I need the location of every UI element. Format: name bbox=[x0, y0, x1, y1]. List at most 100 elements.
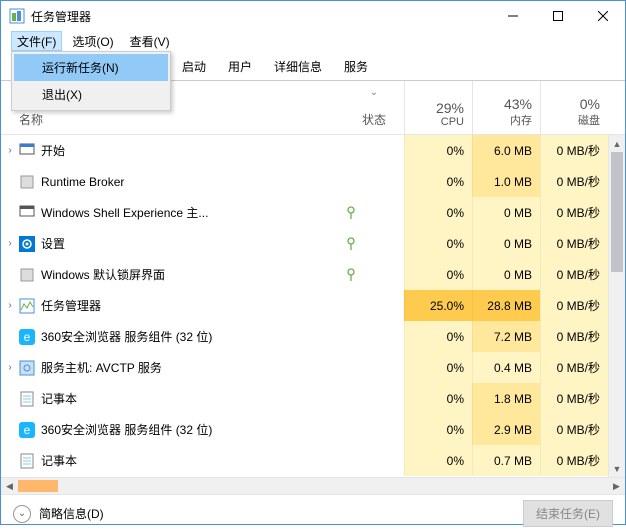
expand-chevron-icon[interactable]: › bbox=[1, 300, 15, 311]
disk-cell: 0 MB/秒 bbox=[540, 259, 608, 290]
process-name: 设置 bbox=[41, 235, 344, 252]
disk-label: 磁盘 bbox=[578, 112, 600, 128]
table-row[interactable]: ›设置0%0 MB0 MB/秒 bbox=[1, 228, 625, 259]
hscroll-thumb[interactable] bbox=[18, 480, 58, 492]
table-row[interactable]: Windows 默认锁屏界面0%0 MB0 MB/秒 bbox=[1, 259, 625, 290]
svg-text:e: e bbox=[24, 330, 31, 344]
suspended-leaf-icon bbox=[344, 206, 358, 220]
tab-details[interactable]: 详细信息 bbox=[263, 52, 333, 80]
scroll-track[interactable] bbox=[609, 152, 625, 460]
disk-cell: 0 MB/秒 bbox=[540, 383, 608, 414]
memory-cell: 0 MB bbox=[472, 228, 540, 259]
menu-exit[interactable]: 退出(X) bbox=[14, 81, 168, 108]
cpu-cell: 25.0% bbox=[404, 290, 472, 321]
memory-cell: 0 MB bbox=[472, 197, 540, 228]
window-title: 任务管理器 bbox=[31, 8, 490, 25]
table-row[interactable]: › 开始 0%6.0 MB0 MB/秒 bbox=[1, 135, 625, 166]
process-icon bbox=[19, 453, 35, 469]
cpu-cell: 0% bbox=[404, 259, 472, 290]
end-task-button[interactable]: 结束任务(E) bbox=[523, 500, 613, 527]
cpu-cell: 0% bbox=[404, 414, 472, 445]
titlebar: 任务管理器 bbox=[1, 1, 625, 31]
table-row[interactable]: e360安全浏览器 服务组件 (32 位)0%7.2 MB0 MB/秒 bbox=[1, 321, 625, 352]
expand-chevron-icon[interactable]: › bbox=[1, 145, 15, 156]
collapse-button[interactable]: ⌄ bbox=[13, 505, 31, 523]
memory-cell: 6.0 MB bbox=[472, 135, 540, 166]
disk-cell: 0 MB/秒 bbox=[540, 414, 608, 445]
process-icon bbox=[19, 360, 35, 376]
process-icon: e bbox=[19, 422, 35, 438]
process-icon bbox=[19, 236, 35, 252]
disk-cell: 0 MB/秒 bbox=[540, 352, 608, 383]
scroll-thumb[interactable] bbox=[611, 152, 623, 272]
cpu-cell: 0% bbox=[404, 352, 472, 383]
menu-run-new-task[interactable]: 运行新任务(N) bbox=[14, 54, 168, 81]
minimize-button[interactable] bbox=[490, 1, 535, 31]
menu-options[interactable]: 选项(O) bbox=[66, 31, 119, 51]
process-list: ›开始0%6.0 MB0 MB/秒Runtime Broker0%1.0 MB0… bbox=[1, 135, 625, 477]
col-memory[interactable]: 43% 内存 bbox=[472, 81, 540, 134]
cpu-cell: 0% bbox=[404, 321, 472, 352]
process-name: 360安全浏览器 服务组件 (32 位) bbox=[41, 328, 344, 345]
hscroll-left-button[interactable]: ◀ bbox=[1, 478, 18, 494]
scroll-up-button[interactable]: ▲ bbox=[609, 135, 625, 152]
process-icon bbox=[19, 298, 35, 314]
menu-view[interactable]: 查看(V) bbox=[124, 31, 176, 51]
table-row[interactable]: › 任务管理器 25.0%28.8 MB0 MB/秒 bbox=[1, 290, 625, 321]
table-row[interactable]: Windows Shell Experience 主...0%0 MB0 MB/… bbox=[1, 197, 625, 228]
tab-users[interactable]: 用户 bbox=[217, 52, 263, 80]
vertical-scrollbar[interactable]: ▲ ▼ bbox=[608, 135, 625, 477]
brief-info-label[interactable]: 简略信息(D) bbox=[39, 505, 523, 522]
disk-cell: 0 MB/秒 bbox=[540, 166, 608, 197]
tab-startup[interactable]: 启动 bbox=[171, 52, 217, 80]
process-name: 360安全浏览器 服务组件 (32 位) bbox=[41, 421, 344, 438]
table-row[interactable]: 记事本0%0.7 MB0 MB/秒 bbox=[1, 445, 625, 476]
hscroll-track[interactable] bbox=[18, 478, 608, 494]
suspended-leaf-icon bbox=[344, 268, 358, 282]
disk-usage-total: 0% bbox=[580, 96, 600, 112]
memory-cell: 0 MB bbox=[472, 259, 540, 290]
process-name: 记事本 bbox=[41, 390, 344, 407]
process-name: Windows Shell Experience 主... bbox=[41, 204, 344, 221]
table-row[interactable]: › 服务主机: AVCTP 服务 0%0.4 MB0 MB/秒 bbox=[1, 352, 625, 383]
process-icon bbox=[19, 267, 35, 283]
expand-chevron-icon[interactable]: › bbox=[1, 362, 15, 373]
maximize-button[interactable] bbox=[535, 1, 580, 31]
memory-cell: 7.2 MB bbox=[472, 321, 540, 352]
process-name: 服务主机: AVCTP 服务 bbox=[41, 359, 344, 376]
memory-cell: 28.8 MB bbox=[472, 290, 540, 321]
expand-chevron-icon[interactable]: › bbox=[1, 238, 15, 249]
memory-cell: 2.9 MB bbox=[472, 414, 540, 445]
svg-text:e: e bbox=[24, 423, 31, 437]
table-row[interactable]: 记事本0%1.8 MB0 MB/秒 bbox=[1, 383, 625, 414]
process-name: 开始 bbox=[41, 142, 344, 159]
cpu-label: CPU bbox=[441, 116, 464, 128]
process-icon: e bbox=[19, 329, 35, 345]
memory-cell: 1.8 MB bbox=[472, 383, 540, 414]
file-dropdown: 运行新任务(N) 退出(X) bbox=[11, 51, 171, 111]
menubar: 文件(F) 选项(O) 查看(V) 运行新任务(N) 退出(X) bbox=[1, 31, 625, 51]
tab-services[interactable]: 服务 bbox=[333, 52, 379, 80]
scroll-down-button[interactable]: ▼ bbox=[609, 460, 625, 477]
disk-cell: 0 MB/秒 bbox=[540, 290, 608, 321]
memory-label: 内存 bbox=[510, 112, 532, 128]
app-icon bbox=[9, 8, 25, 24]
table-row[interactable]: Runtime Broker0%1.0 MB0 MB/秒 bbox=[1, 166, 625, 197]
cpu-cell: 0% bbox=[404, 135, 472, 166]
memory-cell: 0.4 MB bbox=[472, 352, 540, 383]
process-name: 任务管理器 bbox=[41, 297, 344, 314]
horizontal-scrollbar[interactable]: ◀ ▶ bbox=[1, 477, 625, 494]
col-cpu[interactable]: 29% CPU bbox=[404, 81, 472, 134]
hscroll-right-button[interactable]: ▶ bbox=[608, 478, 625, 494]
process-icon bbox=[19, 205, 35, 221]
col-disk[interactable]: 0% 磁盘 bbox=[540, 81, 608, 134]
col-status[interactable]: ⌄ 状态 bbox=[344, 81, 404, 134]
close-button[interactable] bbox=[580, 1, 625, 31]
menu-file[interactable]: 文件(F) bbox=[11, 31, 62, 51]
footer: ⌄ 简略信息(D) 结束任务(E) bbox=[1, 494, 625, 532]
memory-usage-total: 43% bbox=[504, 96, 532, 112]
process-icon bbox=[19, 143, 35, 159]
disk-cell: 0 MB/秒 bbox=[540, 135, 608, 166]
table-row[interactable]: e 360安全浏览器 服务组件 (32 位) 0%2.9 MB0 MB/秒 bbox=[1, 414, 625, 445]
cpu-cell: 0% bbox=[404, 445, 472, 476]
